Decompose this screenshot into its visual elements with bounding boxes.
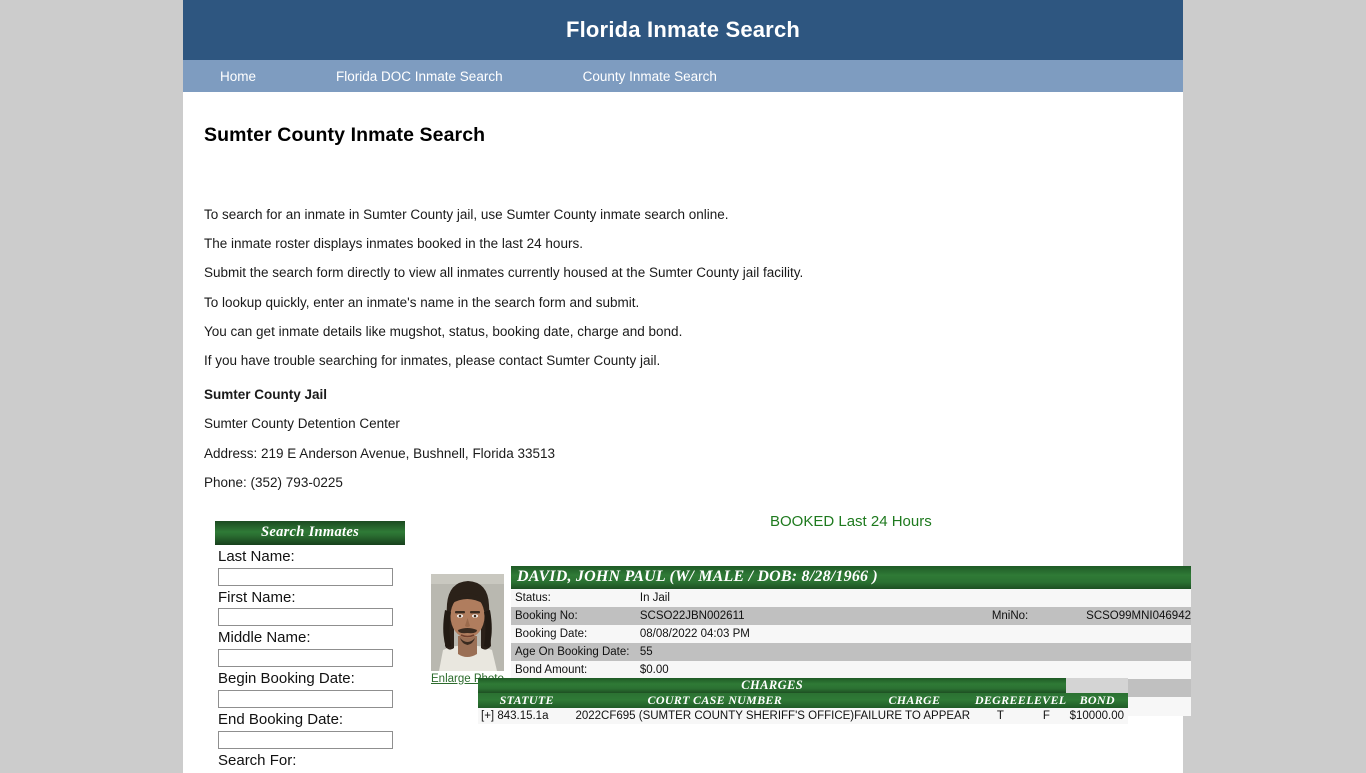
search-input-end-booking-date[interactable] bbox=[218, 730, 393, 749]
search-input-last-name[interactable] bbox=[218, 567, 393, 586]
detail-value2: SCSO99MNI046942 bbox=[1082, 606, 1191, 626]
search-input-middle-name[interactable] bbox=[218, 649, 393, 668]
charge-level: F bbox=[1026, 707, 1067, 724]
detail-value: In Jail bbox=[635, 588, 988, 607]
charge-bond: $10000.00 bbox=[1066, 707, 1128, 724]
charge-degree: T bbox=[974, 707, 1027, 724]
detail-value2 bbox=[1082, 643, 1191, 662]
charges-title-row: CHARGES bbox=[478, 677, 1128, 693]
label-begin-booking-date: Begin Booking Date: bbox=[218, 670, 355, 688]
page-title: Sumter County Inmate Search bbox=[204, 124, 486, 146]
table-row: Status: In Jail bbox=[511, 588, 1191, 607]
page-container: Florida Inmate Search Home Florida DOC I… bbox=[183, 0, 1191, 773]
charges-section: CHARGES STATUTE COURT CASE NUMBER CHARGE… bbox=[478, 677, 1128, 724]
intro-line: The inmate roster displays inmates booke… bbox=[204, 236, 583, 252]
charge-description: FAILURE TO APPEAR bbox=[854, 707, 975, 724]
inmate-name-bar: DAVID, JOHN PAUL (W/ MALE / DOB: 8/28/19… bbox=[511, 565, 1191, 589]
table-row: Booking No: SCSO22JBN002611 MniNo: SCSO9… bbox=[511, 606, 1191, 626]
main-content: Sumter County Inmate Search To search fo… bbox=[183, 124, 1191, 773]
site-title: Florida Inmate Search bbox=[565, 17, 801, 42]
intro-paragraphs: To search for an inmate in Sumter County… bbox=[204, 207, 1163, 369]
detail-key: Status: bbox=[511, 588, 636, 607]
expand-charge-toggle[interactable]: [+] bbox=[481, 710, 494, 722]
charges-table: CHARGES STATUTE COURT CASE NUMBER CHARGE… bbox=[478, 677, 1128, 724]
detail-value2 bbox=[1082, 625, 1191, 644]
detail-value: 08/08/2022 04:03 PM bbox=[635, 625, 988, 644]
intro-line: You can get inmate details like mugshot,… bbox=[204, 323, 683, 339]
booked-last-24-hours-title: BOOKED Last 24 Hours bbox=[770, 512, 932, 530]
nav-item-home[interactable]: Home bbox=[220, 69, 256, 84]
label-first-name: First Name: bbox=[218, 588, 296, 606]
jail-phone: Phone: (352) 793-0225 bbox=[204, 474, 343, 490]
detail-key: Booking No: bbox=[511, 606, 636, 626]
detail-key2 bbox=[987, 588, 1083, 607]
detail-key2 bbox=[987, 625, 1083, 644]
charges-col-level: LEVEL bbox=[1026, 692, 1067, 708]
label-last-name: Last Name: bbox=[218, 547, 295, 565]
charges-title-spacer bbox=[1066, 677, 1128, 693]
charges-col-degree: DEGREE bbox=[974, 692, 1027, 708]
intro-line: To search for an inmate in Sumter County… bbox=[204, 207, 729, 222]
charges-col-charge: CHARGE bbox=[854, 692, 975, 708]
search-input-first-name[interactable] bbox=[218, 608, 393, 627]
label-end-booking-date: End Booking Date: bbox=[218, 711, 344, 729]
detail-key: Age On Booking Date: bbox=[511, 643, 636, 662]
jail-facility: Sumter County Detention Center bbox=[204, 416, 400, 432]
detail-key: Bond Amount: bbox=[511, 661, 636, 680]
detail-key2: MniNo: bbox=[987, 606, 1083, 626]
table-row: Bond Amount: $0.00 bbox=[511, 661, 1191, 680]
label-middle-name: Middle Name: bbox=[218, 629, 311, 647]
detail-value: SCSO22JBN002611 bbox=[635, 606, 988, 626]
charges-col-statute: STATUTE bbox=[478, 692, 576, 708]
table-row: Booking Date: 08/08/2022 04:03 PM bbox=[511, 625, 1191, 644]
detail-value2 bbox=[1082, 661, 1191, 680]
main-navigation: Home Florida DOC Inmate Search County In… bbox=[183, 60, 1183, 92]
charges-header-row: STATUTE COURT CASE NUMBER CHARGE DEGREE … bbox=[478, 692, 1128, 708]
table-row: Age On Booking Date: 55 bbox=[511, 643, 1191, 662]
detail-value2 bbox=[1082, 588, 1191, 607]
jail-info-block: Sumter County Jail Sumter County Detenti… bbox=[204, 387, 1163, 491]
mugshot-photo bbox=[431, 573, 504, 671]
jail-address: Address: 219 E Anderson Avenue, Bushnell… bbox=[204, 445, 555, 461]
search-and-results: Search Inmates Last Name: First Name: Mi… bbox=[204, 512, 1191, 773]
charges-section-title: CHARGES bbox=[478, 677, 1067, 693]
detail-key2 bbox=[987, 643, 1083, 662]
search-panel-title: Search Inmates bbox=[215, 520, 405, 545]
intro-line: Submit the search form directly to view … bbox=[204, 265, 804, 281]
nav-item-county-inmate-search[interactable]: County Inmate Search bbox=[583, 69, 717, 84]
nav-item-florida-doc-inmate-search[interactable]: Florida DOC Inmate Search bbox=[336, 69, 503, 84]
jail-name: Sumter County Jail bbox=[204, 387, 328, 403]
site-header: Florida Inmate Search bbox=[183, 0, 1183, 60]
charge-court-case-number: 2022CF695 (SUMTER COUNTY SHERIFF'S OFFIC… bbox=[575, 707, 855, 724]
charge-statute[interactable]: [+] 843.15.1a bbox=[478, 707, 576, 724]
mugshot-column: Enlarge Photo bbox=[431, 566, 511, 685]
charge-statute-value: 843.15.1a bbox=[497, 709, 549, 722]
intro-line: If you have trouble searching for inmate… bbox=[204, 352, 661, 368]
detail-key2 bbox=[987, 661, 1083, 680]
detail-key: Booking Date: bbox=[511, 625, 636, 644]
charges-col-court-case-number: COURT CASE NUMBER bbox=[575, 692, 855, 708]
detail-value: 55 bbox=[635, 643, 988, 662]
detail-value: $0.00 bbox=[635, 661, 988, 680]
charges-col-bond: BOND bbox=[1066, 692, 1128, 708]
intro-line: To lookup quickly, enter an inmate's nam… bbox=[204, 294, 640, 310]
search-inmates-panel: Search Inmates Last Name: First Name: Mi… bbox=[215, 520, 405, 772]
table-row: [+] 843.15.1a 2022CF695 (SUMTER COUNTY S… bbox=[478, 707, 1128, 724]
search-input-begin-booking-date[interactable] bbox=[218, 690, 393, 709]
